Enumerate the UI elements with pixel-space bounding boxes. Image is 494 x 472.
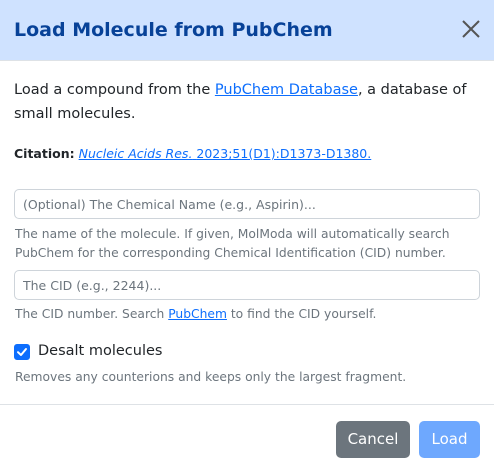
desalt-label[interactable]: Desalt molecules [38,341,162,361]
close-button[interactable] [458,16,484,42]
citation: Citation: Nucleic Acids Res. 2023;51(D1)… [14,145,371,163]
citation-link[interactable]: Nucleic Acids Res. 2023;51(D1):D1373-D13… [79,146,372,161]
close-icon [462,20,480,38]
chemical-name-help: The name of the molecule. If given, MolM… [15,227,450,260]
cid-help-after: to find the CID yourself. [226,307,377,321]
dialog-header: Load Molecule from PubChem [0,0,494,61]
chemical-name-input[interactable] [14,189,480,219]
load-button[interactable]: Load [419,421,480,458]
checkmark-icon [17,348,27,356]
cid-help-before: The CID number. Search [15,307,169,321]
desalt-checkbox[interactable] [14,344,30,360]
dialog-title: Load Molecule from PubChem [14,19,333,41]
dialog-footer: Cancel Load [0,404,494,472]
cid-input[interactable] [14,270,480,300]
citation-label: Citation: [14,146,75,161]
intro-text: Load a compound from the PubChem Databas… [14,78,480,126]
load-molecule-dialog: Load Molecule from PubChem Load a compou… [0,0,494,472]
pubchem-database-link[interactable]: PubChem Database [215,82,358,98]
desalt-help: Removes any counterions and keeps only t… [15,370,407,384]
pubchem-search-link[interactable]: PubChem [168,307,227,321]
citation-journal: Nucleic Acids Res. [78,146,193,161]
intro-text-before: Load a compound from the [14,82,215,98]
citation-reference: 2023;51(D1):D1373-D1380. [196,146,372,161]
cancel-button[interactable]: Cancel [336,421,410,458]
cid-help: The CID number. Search PubChem to find t… [15,305,485,324]
